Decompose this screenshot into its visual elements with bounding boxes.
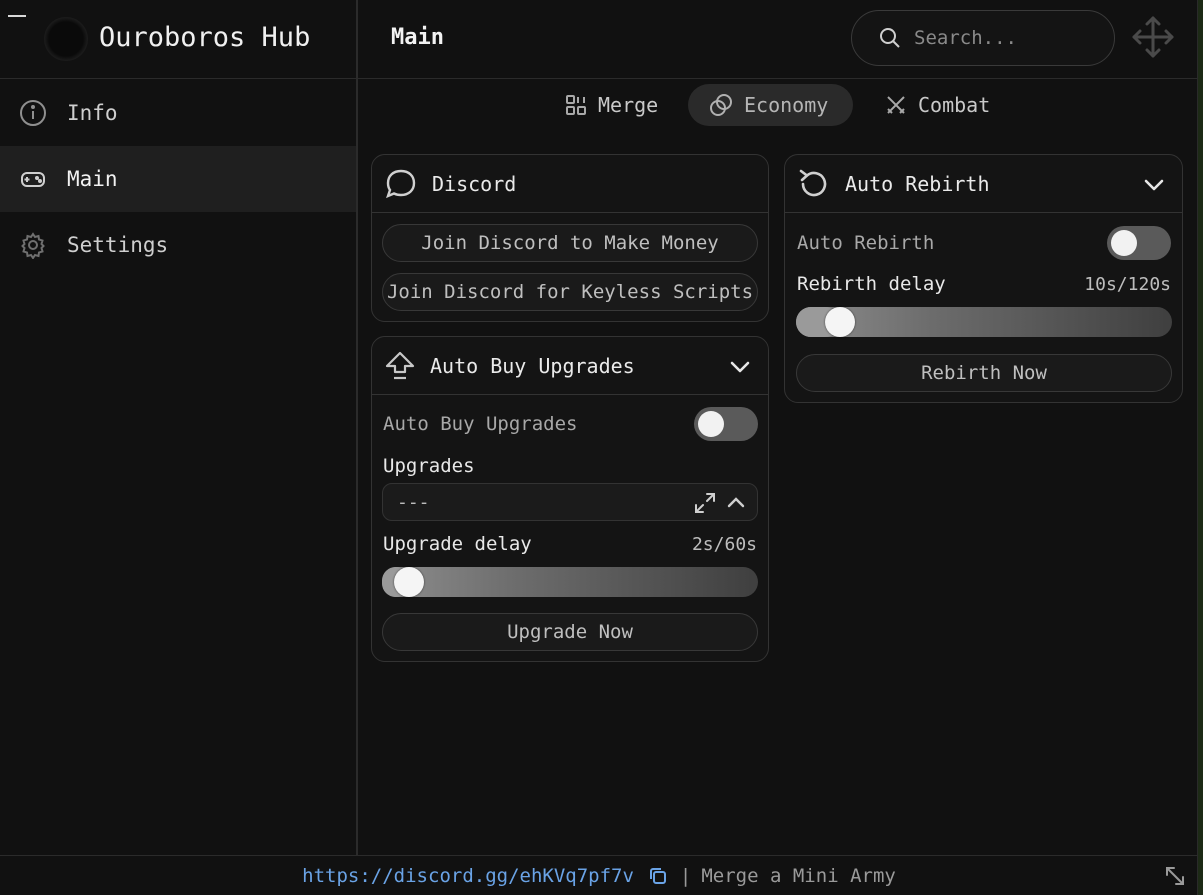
swords-icon (887, 96, 905, 114)
app-logo (44, 17, 88, 61)
tab-combat[interactable]: Combat (864, 84, 1010, 126)
gamepad-icon (21, 172, 45, 187)
toggle-knob (698, 411, 724, 437)
search-box[interactable] (851, 10, 1115, 66)
sidebar-item-label: Settings (67, 233, 169, 257)
chevron-down-icon[interactable] (1142, 173, 1166, 197)
upgrades-dropdown-label: Upgrades (383, 455, 475, 477)
move-icon[interactable] (1130, 14, 1176, 60)
rebirth-now-button[interactable]: Rebirth Now (796, 354, 1172, 392)
rotate-ccw-icon (799, 169, 827, 196)
card-header[interactable]: Auto Rebirth (785, 155, 1182, 213)
minimize-button[interactable] (8, 15, 26, 17)
rebirth-delay-value: 10s/120s (1084, 274, 1171, 295)
auto-rebirth-toggle[interactable] (1107, 226, 1171, 260)
tab-economy[interactable]: Economy (688, 84, 853, 126)
join-discord-money-button[interactable]: Join Discord to Make Money (382, 224, 758, 262)
sidebar-item-info[interactable]: Info (0, 80, 356, 146)
card-header[interactable]: Auto Buy Upgrades (372, 337, 768, 395)
coins-icon (710, 94, 732, 116)
tab-merge[interactable]: Merge (544, 84, 678, 126)
chevron-up-icon[interactable] (725, 491, 747, 513)
rebirth-delay-slider[interactable] (796, 307, 1172, 337)
tab-label: Economy (744, 93, 829, 117)
tab-label: Combat (918, 93, 991, 117)
slider-thumb[interactable] (824, 307, 855, 337)
info-icon (20, 100, 46, 126)
card-header: Discord (372, 155, 768, 213)
upgrade-delay-value: 2s/60s (691, 534, 757, 555)
card-title: Auto Buy Upgrades (430, 353, 635, 378)
sidebar-item-label: Info (67, 101, 118, 125)
upgrade-delay-slider[interactable] (382, 567, 758, 597)
sidebar-item-label: Main (67, 167, 118, 191)
auto-buy-toggle-label: Auto Buy Upgrades (383, 413, 578, 435)
auto-buy-toggle[interactable] (694, 407, 758, 441)
discord-link[interactable]: https://discord.gg/ehKVq7pf7v (302, 865, 634, 887)
chevron-down-icon[interactable] (728, 355, 752, 379)
page-title: Main (391, 25, 444, 50)
sidebar-item-settings[interactable]: Settings (0, 212, 356, 278)
search-icon (880, 28, 900, 48)
discord-card: Discord Join Discord to Make Money Join … (371, 154, 769, 322)
gear-icon (21, 232, 45, 259)
upgrade-delay-label: Upgrade delay (383, 533, 532, 555)
header-divider (0, 78, 1198, 79)
chat-bubble-icon (386, 169, 416, 198)
hub-window: Ouroboros Hub Main Info Main Settings Me… (0, 0, 1198, 895)
footer: https://discord.gg/ehKVq7pf7v | Merge a … (0, 856, 1198, 895)
slider-thumb[interactable] (393, 567, 424, 597)
upgrades-dropdown[interactable]: --- (382, 483, 758, 521)
join-discord-keyless-button[interactable]: Join Discord for Keyless Scripts (382, 273, 758, 311)
upgrade-now-button[interactable]: Upgrade Now (382, 613, 758, 651)
game-name: Merge a Mini Army (701, 864, 896, 887)
merge-icon (566, 95, 586, 115)
auto-rebirth-card: Auto Rebirth Auto Rebirth Rebirth delay … (784, 154, 1183, 403)
card-title: Discord (432, 171, 517, 196)
search-input[interactable] (914, 27, 1094, 49)
background-edge (1198, 0, 1203, 895)
app-title: Ouroboros Hub (99, 22, 311, 53)
footer-separator: | (679, 864, 692, 887)
sidebar-divider (356, 0, 358, 855)
auto-rebirth-toggle-label: Auto Rebirth (797, 232, 935, 254)
toggle-knob (1111, 230, 1137, 256)
rebirth-delay-label: Rebirth delay (797, 273, 946, 295)
dropdown-value: --- (397, 491, 430, 513)
resize-icon[interactable] (1163, 864, 1187, 888)
expand-icon[interactable] (693, 491, 717, 515)
sidebar-item-main[interactable]: Main (0, 146, 356, 212)
card-title: Auto Rebirth (845, 171, 990, 196)
auto-buy-upgrades-card: Auto Buy Upgrades Auto Buy Upgrades Upgr… (371, 336, 769, 662)
copy-icon[interactable] (648, 866, 668, 886)
upgrade-arrow-icon (385, 351, 415, 379)
tab-label: Merge (598, 93, 659, 117)
